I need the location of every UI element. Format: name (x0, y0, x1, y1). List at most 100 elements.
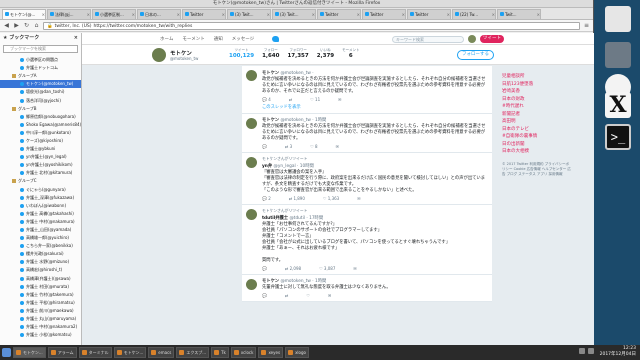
like-button[interactable]: ♡ (306, 293, 310, 298)
browser-tab[interactable]: 法律(@j... × (47, 8, 91, 19)
taskbar-task[interactable]: アラーム (47, 347, 77, 358)
retweet-button[interactable]: ⇄ 2,098 (285, 266, 301, 271)
trend-link[interactable]: 日の出新聞 (502, 141, 572, 149)
bookmark-item[interactable]: yn弁護士(@yoshikikom) (0, 161, 81, 169)
taskbar-task[interactable]: ターミナル (78, 347, 112, 358)
tweet-author[interactable]: モトケン (262, 118, 279, 123)
bookmark-item[interactable]: こちら弁一家(@benikka) (0, 242, 81, 250)
trend-link[interactable]: 高田明 (502, 118, 572, 126)
profile-avatar[interactable] (152, 48, 166, 62)
tab-close-icon[interactable]: × (177, 10, 180, 19)
follow-button[interactable]: フォローする (457, 50, 494, 60)
browser-tab[interactable]: (3) Twit... × (227, 8, 271, 19)
trend-link[interactable]: 日本の財政 (502, 96, 572, 104)
tweet-author[interactable]: yn弁 (262, 164, 272, 169)
forward-arrow-icon[interactable]: ▶ (13, 22, 20, 29)
reply-button[interactable]: 💬 (262, 266, 267, 271)
like-button[interactable]: ♡ 8 (310, 144, 317, 149)
trend-link[interactable]: 児童相談所 (502, 73, 572, 81)
x-logo-icon[interactable]: X (605, 92, 631, 118)
tweet-author[interactable]: tdutil弁護士 (262, 216, 288, 221)
bookmark-item[interactable]: 弁護士 中村(@nakamura2) (0, 323, 81, 331)
like-button[interactable]: ♡ 1,363 (323, 196, 339, 201)
trend-link[interactable]: #時代遅れ (502, 103, 572, 111)
browser-tab[interactable]: 小選挙区制... × (92, 8, 136, 19)
bookmark-item[interactable]: ケーズ(@kiyoshiro) (0, 137, 81, 145)
tweet-avatar[interactable] (246, 118, 257, 129)
bookmark-item[interactable]: 中川淳一郎(@unkotaro) (0, 129, 81, 137)
profile-stat[interactable]: モーメント 6 (342, 48, 359, 59)
sidebar-close-button[interactable]: × (74, 33, 78, 44)
bookmark-item[interactable]: 小選挙区の問題点 (0, 56, 81, 64)
tab-close-icon[interactable]: × (537, 10, 540, 19)
tweet-time[interactable]: 10時間 (300, 164, 314, 169)
taskbar-task[interactable]: Tk (211, 347, 229, 358)
trend-link[interactable]: 新聞記者 (502, 111, 572, 119)
tab-close-icon[interactable]: × (222, 10, 225, 19)
tab-close-icon[interactable]: × (447, 10, 450, 19)
taskbar-clock[interactable]: 12:23 2017年12月04日 (600, 346, 636, 358)
taskbar-task[interactable]: emacs (148, 347, 175, 358)
profile-stat[interactable]: ツイート 100,129 (229, 48, 254, 59)
bookmark-folder[interactable]: グループC (0, 177, 81, 185)
terminal-icon[interactable]: >_ (605, 124, 631, 150)
message-icon[interactable]: ✉ (328, 293, 331, 298)
tweet-button[interactable]: ツイート (480, 35, 504, 43)
browser-tab[interactable]: Twitter × (407, 8, 451, 19)
tweet-author[interactable]: モトケン (262, 71, 279, 76)
tweet[interactable]: モトケン @motoken_tw · 政党が候補者を決めるときの方法を何か弁護士… (242, 66, 492, 114)
tab-close-icon[interactable]: × (402, 10, 405, 19)
reload-icon[interactable]: ↻ (23, 22, 30, 29)
bookmark-item[interactable]: 高橋雄一郎(@yuichiro) (0, 234, 81, 242)
bell-icon[interactable] (605, 42, 631, 68)
bookmark-item[interactable]: 落合洋司(@yjochi) (0, 96, 81, 104)
bookmark-item[interactable]: 弁護士 前川(@maekawa) (0, 307, 81, 315)
trend-link[interactable]: 日本の大相撲 (502, 148, 572, 156)
browser-tab[interactable]: Twitter × (362, 8, 406, 19)
message-icon[interactable]: ✉ (338, 97, 341, 102)
browser-tab[interactable]: Twitter × (182, 8, 226, 19)
tweet-avatar[interactable] (246, 279, 257, 290)
retweet-button[interactable]: ⇄ 1,890 (289, 196, 305, 201)
bookmark-item[interactable]: 弁護士 小松(@komatsu) (0, 331, 81, 339)
bookmark-item[interactable]: 弁護士 平松(@hiramatsu) (0, 299, 81, 307)
network-icon[interactable] (579, 348, 585, 354)
bookmark-item[interactable]: 弁護士ドットコム (0, 64, 81, 72)
volume-icon[interactable] (588, 348, 594, 354)
start-menu-icon[interactable] (2, 348, 11, 357)
tab-close-icon[interactable]: × (492, 10, 495, 19)
bookmark-item[interactable]: 弁護士 北村(@kitamura) (0, 169, 81, 177)
taskbar-task[interactable]: モトケン... (113, 347, 147, 358)
tweet[interactable]: モトケン @motoken_tw · 1時間 政党が候補者を決めるときの方法を何か… (242, 114, 492, 153)
tweet-time[interactable]: 17時間 (309, 216, 323, 221)
tweet[interactable]: モトケンさんがリツイート tdutil弁護士 @tdutil · 17時間 弁護士「… (242, 205, 492, 275)
avatar[interactable] (468, 35, 476, 43)
tab-close-icon[interactable]: × (267, 10, 270, 19)
retweet-button[interactable]: ⇄ (289, 97, 292, 102)
tab-close-icon[interactable]: × (42, 10, 45, 19)
browser-tab[interactable]: Twitter × (317, 8, 361, 19)
show-thread-link[interactable]: このスレッドを表示 (262, 104, 488, 110)
bookmark-item[interactable]: 弁護士@ybkuni (0, 145, 81, 153)
back-arrow-icon[interactable]: ◀ (3, 22, 10, 29)
tweet-time[interactable]: 1時間 (315, 118, 326, 123)
message-icon[interactable]: ✉ (357, 196, 360, 201)
monitor-icon[interactable] (605, 6, 631, 32)
bookmark-folder[interactable]: グループA (0, 72, 81, 80)
taskbar-task[interactable]: エクスプ... (176, 347, 210, 358)
nav-moments[interactable]: モーメント (182, 36, 204, 42)
menu-icon[interactable]: ≡ (583, 22, 590, 29)
nav-messages[interactable]: メッセージ (232, 36, 254, 42)
nav-home[interactable]: ホーム (160, 36, 173, 42)
taskbar-task[interactable]: xeyes (258, 347, 284, 358)
browser-tab[interactable]: (22) Tw... × (452, 8, 496, 19)
like-button[interactable]: ♡ 3,087 (319, 266, 335, 271)
tweet[interactable]: モトケン @motoken_tw · 1時間 先輩弁護士に対して無礼な態度を取る弁… (242, 275, 492, 302)
bookmark-item[interactable]: 高橋澤(弁護士)(@sawa) (0, 275, 81, 283)
trend-link[interactable]: 日本のテレビ (502, 126, 572, 134)
tweet-author[interactable]: モトケン (262, 279, 279, 284)
trend-link[interactable]: 岩崎美香 (502, 88, 572, 96)
tab-close-icon[interactable]: × (312, 10, 315, 19)
browser-tab[interactable]: モトケン(@... × (2, 8, 46, 19)
bookmark-item[interactable]: 弁護士 村田(@murata) (0, 283, 81, 291)
